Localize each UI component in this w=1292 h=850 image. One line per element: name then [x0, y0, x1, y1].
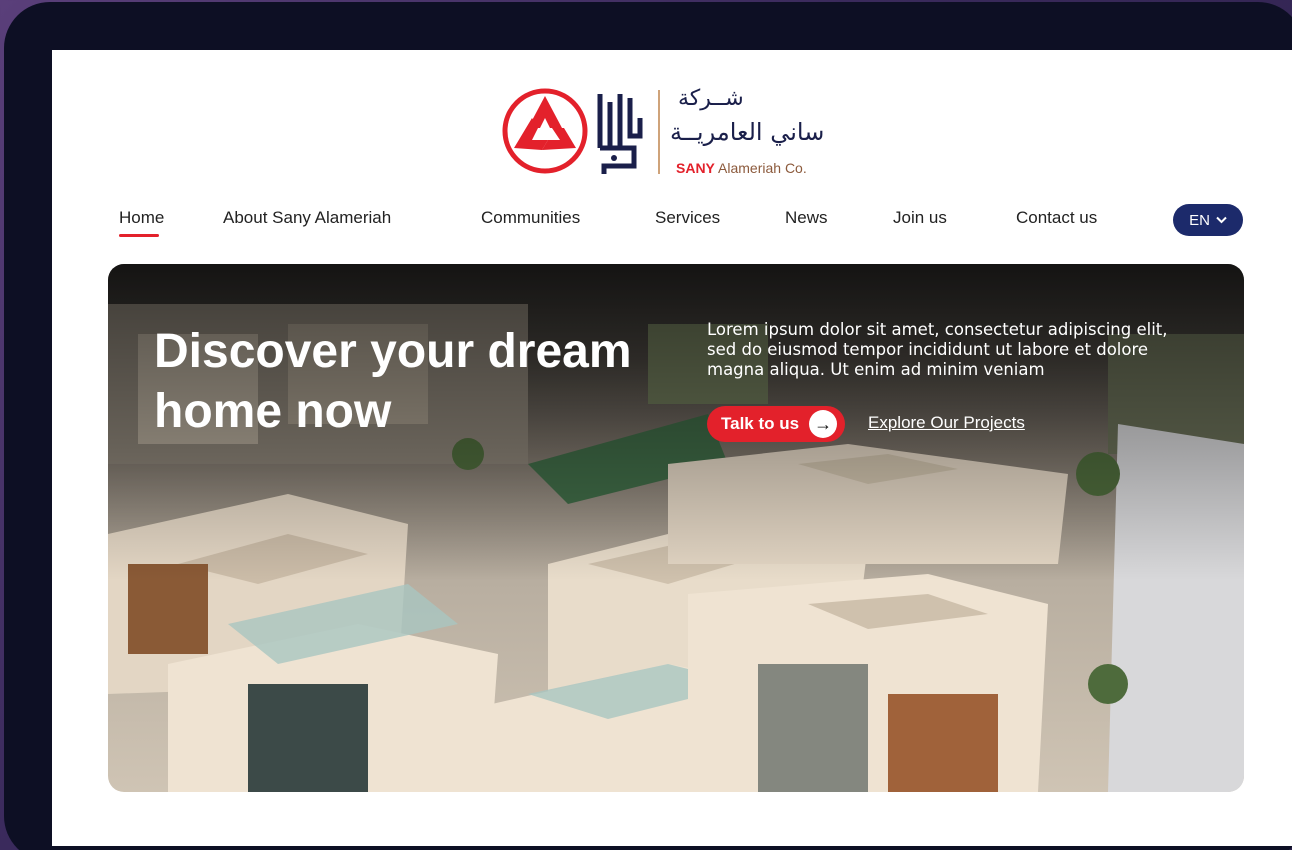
nav-news[interactable]: News [785, 208, 828, 228]
hero-banner: Discover your dream home now Lorem ipsum… [108, 264, 1244, 792]
hero-description: Lorem ipsum dolor sit amet, consectetur … [707, 320, 1168, 379]
nav-active-indicator [119, 234, 159, 237]
language-label: EN [1189, 211, 1210, 229]
logo-english-name: SANY Alameriah Co. [676, 160, 807, 176]
talk-to-us-label: Talk to us [721, 414, 800, 433]
chevron-down-icon [1216, 216, 1227, 224]
company-logo[interactable]: شــركة ساني العامريــة SANY Alameriah Co… [502, 86, 862, 182]
arrow-right-icon: → [809, 410, 838, 438]
logo-arabic-line1: شــركة [678, 86, 744, 111]
nav-services[interactable]: Services [655, 208, 720, 228]
nav-about[interactable]: About Sany Alameriah [223, 208, 391, 228]
main-navigation: Home About Sany Alameriah Communities Se… [52, 200, 1292, 250]
nav-contact-us[interactable]: Contact us [1016, 208, 1097, 228]
nav-communities[interactable]: Communities [481, 208, 580, 228]
logo-company: Alameriah Co. [718, 160, 807, 176]
talk-to-us-button[interactable]: Talk to us → [707, 406, 845, 442]
nav-home[interactable]: Home [119, 208, 164, 228]
triangle-logo-icon [502, 88, 588, 174]
device-frame: شــركة ساني العامريــة SANY Alameriah Co… [4, 2, 1292, 850]
hero-title: Discover your dream home now [154, 325, 632, 438]
browser-viewport: شــركة ساني العامريــة SANY Alameriah Co… [52, 50, 1292, 846]
calligraphy-logo-icon [597, 94, 643, 174]
language-selector[interactable]: EN [1173, 204, 1243, 236]
logo-brand: SANY [676, 160, 715, 176]
logo-arabic-line2: ساني العامريــة [670, 118, 825, 146]
explore-projects-link[interactable]: Explore Our Projects [868, 413, 1025, 433]
logo-divider [658, 90, 660, 174]
nav-join-us[interactable]: Join us [893, 208, 947, 228]
